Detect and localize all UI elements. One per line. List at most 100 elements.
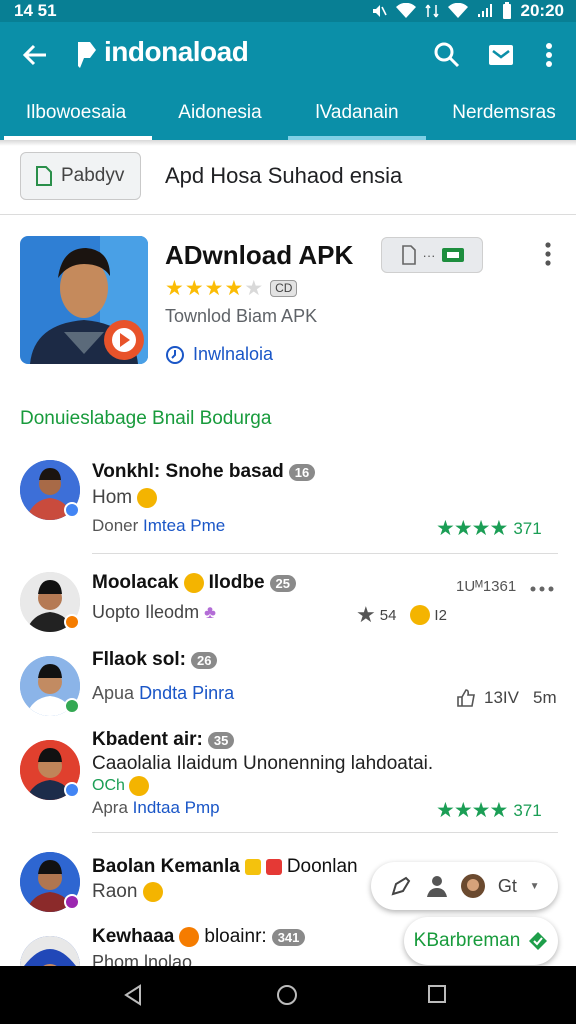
system-nav-bar <box>0 966 576 1024</box>
action-chip-label: KBarbreman <box>413 930 521 951</box>
action-chip[interactable]: KBarbreman <box>404 917 558 965</box>
clock-icon <box>166 345 184 364</box>
tab-4[interactable]: Nerdemsras <box>432 102 576 124</box>
review-line: Hom <box>92 487 158 509</box>
count-badge: 26 <box>190 651 218 669</box>
row-divider <box>92 553 558 554</box>
emoji-icon <box>142 881 163 902</box>
tab-bar: Ilbowoesaia Aidonesia lVadanain Nerdemsr… <box>0 92 576 140</box>
stars-icon: ★★★★ <box>436 517 508 540</box>
emoji-icon <box>129 776 150 796</box>
battery-icon <box>502 2 511 19</box>
app-title: indonaload <box>104 36 249 67</box>
tab-2[interactable]: Aidonesia <box>152 102 288 124</box>
app-link[interactable]: Inwlnaloia <box>165 344 273 365</box>
app-bar: indonaload Ilbowoesaia Aidonesia lVadana… <box>0 22 576 140</box>
review-rating: ★★★★ 371 <box>436 517 542 540</box>
section-title: Donuieslabage Bnail Bodurga <box>20 408 272 429</box>
tab-3[interactable]: lVadanain <box>288 102 426 124</box>
more-vert-icon[interactable] <box>536 40 562 70</box>
emoji-icon <box>183 573 204 593</box>
star-icon: ★ <box>184 277 204 300</box>
filter-text: Apd Hosa Suhaod ensia <box>165 163 403 188</box>
status-clock: 20:20 <box>520 1 564 20</box>
search-icon[interactable] <box>432 40 462 70</box>
apk-badge-icon <box>441 248 464 262</box>
tab-1[interactable]: Ilbowoesaia <box>0 102 152 124</box>
app-name: ADwnload APK <box>165 240 354 270</box>
review-title: Baolan Kemanla Doonlan <box>92 856 358 877</box>
review-line: Uopto Ileodm ♣ <box>92 602 216 622</box>
status-icons: 20:20 <box>371 1 564 21</box>
document-icon <box>36 166 52 186</box>
dots-icon: ··· <box>422 247 436 263</box>
status-dot <box>64 782 80 798</box>
review-title: Fllaok sol: 26 <box>92 649 218 671</box>
share-icon[interactable] <box>389 874 413 898</box>
review-line-2: OCh <box>92 776 150 796</box>
app-rating: ★ ★ ★ ★ ★ CD <box>165 276 298 301</box>
appbar-shadow <box>0 140 576 146</box>
review-title: Moolacak Ilodbe 25 <box>92 572 297 594</box>
review-meta: Apua Dndta Pinra <box>92 683 235 703</box>
star-empty-icon: ★ <box>244 277 264 300</box>
nav-recents-icon[interactable] <box>427 984 447 1004</box>
wifi-icon <box>395 3 416 18</box>
star-icon: ★ <box>204 277 224 300</box>
nav-home-icon[interactable] <box>276 984 298 1006</box>
star-icon: ★ <box>224 277 244 300</box>
signal-icon <box>477 4 492 17</box>
status-bar: 14 51 20:20 <box>0 0 576 22</box>
fab-label[interactable]: Gt <box>498 876 517 897</box>
review-likes: 13IV 5m <box>456 688 557 708</box>
badge-icon <box>410 605 431 625</box>
app-icon[interactable] <box>20 236 148 364</box>
stars-icon: ★★★★ <box>436 799 508 822</box>
review-rating: ★★★★ 371 <box>436 799 542 822</box>
count-badge: 25 <box>269 574 297 592</box>
status-time: 14 51 <box>14 1 57 20</box>
star-icon: ★ <box>165 277 184 300</box>
nav-back-icon[interactable] <box>122 984 144 1006</box>
data-icon <box>424 4 439 18</box>
review-meta: Doner Imtea Pme <box>92 516 226 535</box>
filter-button[interactable]: Pabdyv <box>20 152 141 200</box>
star-icon: ★ <box>356 602 376 627</box>
thumbs-up-icon[interactable] <box>456 689 476 707</box>
person-icon[interactable] <box>426 874 448 898</box>
emoji-icon <box>179 927 200 947</box>
count-badge: 35 <box>207 731 235 749</box>
review-date: 1Uᴹ1361 <box>456 578 517 595</box>
count-badge: 16 <box>288 463 316 481</box>
review-title: Vonkhl: Snohe basad 16 <box>92 461 316 483</box>
review-stats: ★ 54 I2 <box>356 602 447 627</box>
filter-button-label: Pabdyv <box>61 165 125 186</box>
review-line: Caaolalia Ilaidum Unonenning lahdoatai. <box>92 753 434 774</box>
app-link-label: Inwlnaloia <box>193 344 274 364</box>
avatar-icon[interactable] <box>461 874 486 898</box>
status-dot <box>64 502 80 518</box>
quick-actions-bar: Gt ▼ <box>371 862 558 910</box>
back-arrow-icon[interactable] <box>20 40 50 70</box>
rating-badge: CD <box>270 280 298 297</box>
wifi-icon-2 <box>447 3 468 18</box>
app-more-icon[interactable] <box>538 240 558 268</box>
review-meta: Apra Indtaa Pmp <box>92 798 220 817</box>
badge-icon <box>244 859 261 875</box>
check-diamond-icon <box>529 932 548 950</box>
row-divider <box>92 832 558 833</box>
status-dot <box>64 614 80 630</box>
app-subtitle: Townlod Biam APK <box>165 306 318 326</box>
review-title: Kewhaaa bloainr: 341 <box>92 926 306 948</box>
app-logo-icon <box>78 42 96 68</box>
download-button[interactable]: ··· <box>381 237 483 273</box>
dropdown-icon[interactable]: ▼ <box>530 881 540 892</box>
review-line: Raon <box>92 881 163 903</box>
review-title: Kbadent air: 35 <box>92 729 235 751</box>
status-dot <box>64 894 80 910</box>
mail-icon[interactable] <box>486 40 516 70</box>
mute-icon <box>372 5 387 17</box>
count-badge: 341 <box>271 928 306 946</box>
divider-top <box>0 214 576 215</box>
more-horiz-icon[interactable] <box>530 586 554 592</box>
